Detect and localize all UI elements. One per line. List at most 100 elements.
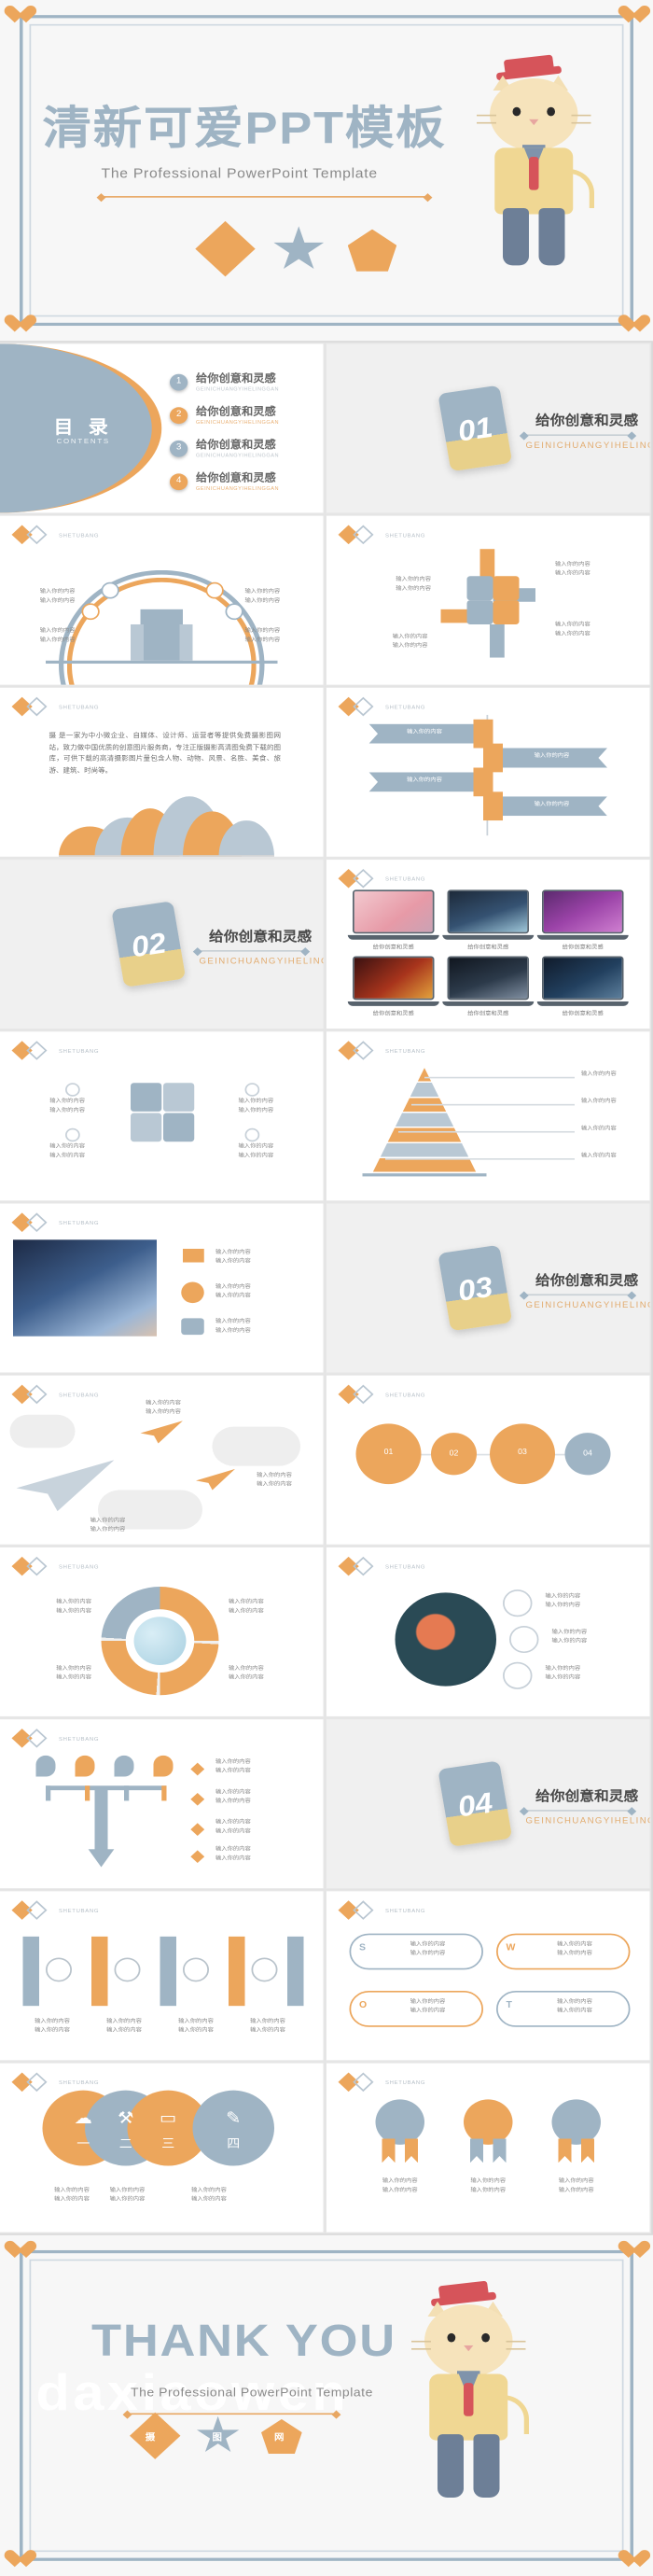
building-shape [179,623,193,661]
laptop-thumb[interactable] [536,889,629,940]
circle-label: 输入你的内容 输入你的内容 [109,2187,146,2202]
photo-label: 输入你的内容 输入你的内容 [215,1318,251,1333]
tree-bullet [190,1823,205,1836]
slide-donut[interactable]: SHETUBANG 输入你的内容 输入你的内容 输入你的内容 输入你的内容 输入… [0,1547,324,1716]
section-number: 04 [455,1787,495,1825]
orbit-label: 输入你的内容 输入你的内容 [545,1664,581,1680]
gallery-caption: 给你创意和灵感 [467,944,509,951]
slide-section-04[interactable]: 04 给你创意和灵感 GEINICHUANGYIHELINGGAN [326,1719,650,1889]
slide-title[interactable]: 清新可爱PPT模板 The Professional PowerPoint Te… [0,0,653,342]
slide-section-03[interactable]: 03 给你创意和灵感 GEINICHUANGYIHELINGGAN [326,1203,650,1373]
slide-planes[interactable]: SHETUBANG 输入你的内容 输入你的内容 输入你的内容 输入你的内容 输入… [0,1375,324,1545]
orbit-node [509,1625,539,1654]
ribbon-label: 输入你的内容 [534,801,570,807]
heart-icon [622,2551,646,2570]
toc-item[interactable]: 3 给你创意和灵感 GEINICHUANGYIHELINGGAN [170,438,279,458]
plane-label: 输入你的内容 输入你的内容 [257,1472,292,1487]
slide-photo-icons[interactable]: SHETUBANG 输入你的内容 输入你的内容 输入你的内容 输入你的内容 输入… [0,1203,324,1373]
tree-bullet [190,1762,205,1776]
pen-icon: ✎ [226,2108,242,2128]
slide-puzzle-cross[interactable]: SHETUBANG 输入你的内容 输入你的内容 输入你的内容 输入你的内容 输入… [326,515,650,685]
section-divider [523,434,632,437]
slide-header-label: SHETUBANG [59,2079,100,2086]
slide-header-label: SHETUBANG [59,1562,100,1570]
slide-header-label: SHETUBANG [59,703,100,710]
slide-intro[interactable]: SHETUBANG 摄 是一家为中小微企业、自媒体、设计师、运营者等提供免费摄影… [0,687,324,857]
slide-swot[interactable]: SHETUBANG S W O T 输入你的内容 输入你的内容 输入你的内容 输… [326,1891,650,2061]
circle-label: 02 [449,1449,459,1459]
slide-orbit[interactable]: SHETUBANG 输入你的内容 输入你的内容 输入你的内容 输入你的内容 输入… [326,1547,650,1716]
slide-thank-you[interactable]: daxiaowen THANK YOU The Professional Pow… [0,2234,653,2576]
ribbon-label: 输入你的内容 [407,728,442,735]
toc-label: 给你创意和灵感 [196,473,276,484]
orbit-photo [395,1592,496,1687]
puzzle-node [65,1127,80,1142]
cone-base [362,1173,487,1177]
toc-item[interactable]: 4 给你创意和灵感 GEINICHUANGYIHELINGGAN [170,470,279,492]
cone-label: 输入你的内容 [581,1125,617,1131]
slide-section-02[interactable]: 02 给你创意和灵感 GEINICHUANGYIHELINGGAN [0,860,324,1029]
tree-label: 输入你的内容 输入你的内容 [215,1758,251,1773]
gate-label: 输入你的内容 输入你的内容 [35,2018,70,2033]
slide-arch[interactable]: SHETUBANG 输入你的内容 输入你的内容 输入你的内容 输入你的内容 输入… [0,515,324,685]
diamond-outline-icon [353,1556,374,1576]
toc-item[interactable]: 2 给你创意和灵感 GEINICHUANGYIHELINGGAN [170,404,279,426]
toc-label: 给你创意和灵感 [196,440,276,452]
gate-icon [114,1957,141,1982]
slide-gallery[interactable]: SHETUBANG 给你创意和灵感 给你创意和灵感 给你创意和灵感 给你创意和灵… [326,860,650,1029]
slide-header: SHETUBANG [338,525,425,545]
tree-label: 输入你的内容 输入你的内容 [215,1818,251,1834]
section-number-card: 02 [111,901,187,987]
badge-ribbon [493,2138,507,2163]
diamond-outline-icon [26,1041,48,1060]
slide-badges[interactable]: SHETUBANG 输入你的内容 输入你的内容 输入你的内容 输入你的内容 输入… [326,2063,650,2233]
slide-puzzle4[interactable]: SHETUBANG 输入你的内容 输入你的内容 输入你的内容 输入你的内容 输入… [0,1031,324,1201]
slide-header: SHETUBANG [11,1729,99,1748]
swot-text: 输入你的内容 输入你的内容 [410,1998,446,2013]
slide-tree[interactable]: SHETUBANG 输入你的内容 输入你的内容 输入你的内容 输入你的内容 输入… [0,1719,324,1889]
slide-header-label: SHETUBANG [385,1562,426,1570]
slide-circles[interactable]: SHETUBANG 01 02 03 04 [326,1375,650,1545]
laptop-thumb[interactable] [347,956,439,1006]
tree-label: 输入你的内容 输入你的内容 [215,1788,251,1803]
tree-branch [161,1785,167,1801]
badge-icon [375,2099,424,2145]
slide-gates[interactable]: SHETUBANG 输入你的内容 输入你的内容 输入你的内容 输入你的内容 输入… [0,1891,324,2061]
slide-ribbon[interactable]: SHETUBANG 输入你的内容 输入你的内容 输入你的内容 输入你的内容 [326,687,650,857]
laptop-thumb[interactable] [347,889,439,940]
laptop-thumb[interactable] [442,956,535,1006]
diamond-outline-icon [26,525,48,545]
section-divider [197,950,306,952]
slide-header: SHETUBANG [11,1041,99,1060]
slide-section-01[interactable]: 01 给你创意和灵感 GEINICHUANGYIHELINGGAN [326,343,650,513]
diamond-outline-icon [353,696,374,717]
mail-icon [183,1248,204,1263]
chat-icon [181,1318,204,1336]
toc-number: 1 [170,372,188,390]
paper-plane-icon [140,1421,183,1444]
slide-contents[interactable]: 目 录 CONTENTS 1 给你创意和灵感 GEINICHUANGYIHELI… [0,343,324,513]
ground-line [59,855,274,857]
gate-label: 输入你的内容 输入你的内容 [106,2018,142,2033]
slide-header: SHETUBANG [11,2072,100,2093]
section-number: 01 [455,412,495,449]
donut-label: 输入你的内容 输入你的内容 [56,1664,91,1680]
slide-four-circles[interactable]: SHETUBANG ☁ ⚒ ▭ ✎ 一 二 三 四 输入你的内容 输入你的内容 … [0,2063,324,2233]
arch-label: 输入你的内容 输入你的内容 [244,588,281,603]
tree-bullet [190,1792,205,1806]
cross-label: 输入你的内容 输入你的内容 [392,633,428,649]
toc-label: 给你创意和灵感 [196,407,276,418]
toc-item[interactable]: 1 给你创意和灵感 GEINICHUANGYIHELINGGAN [170,371,279,392]
slide-cone[interactable]: SHETUBANG 输入你的内容 输入你的内容 输入你的内容 输入你的内容 [326,1031,650,1201]
laptop-thumb[interactable] [536,956,629,1006]
cone-connector [398,1130,575,1133]
orbit-label: 输入你的内容 输入你的内容 [545,1592,581,1607]
laptop-thumb[interactable] [442,889,535,940]
page-title: 清新可爱PPT模板 [42,104,447,154]
cross-arm [490,623,505,658]
title-divider [101,196,428,198]
donut-label: 输入你的内容 输入你的内容 [229,1598,264,1614]
diamond-outline-icon [26,1384,48,1405]
badge-ribbon [470,2138,483,2163]
section-title: 给你创意和灵感 [535,1788,639,1804]
